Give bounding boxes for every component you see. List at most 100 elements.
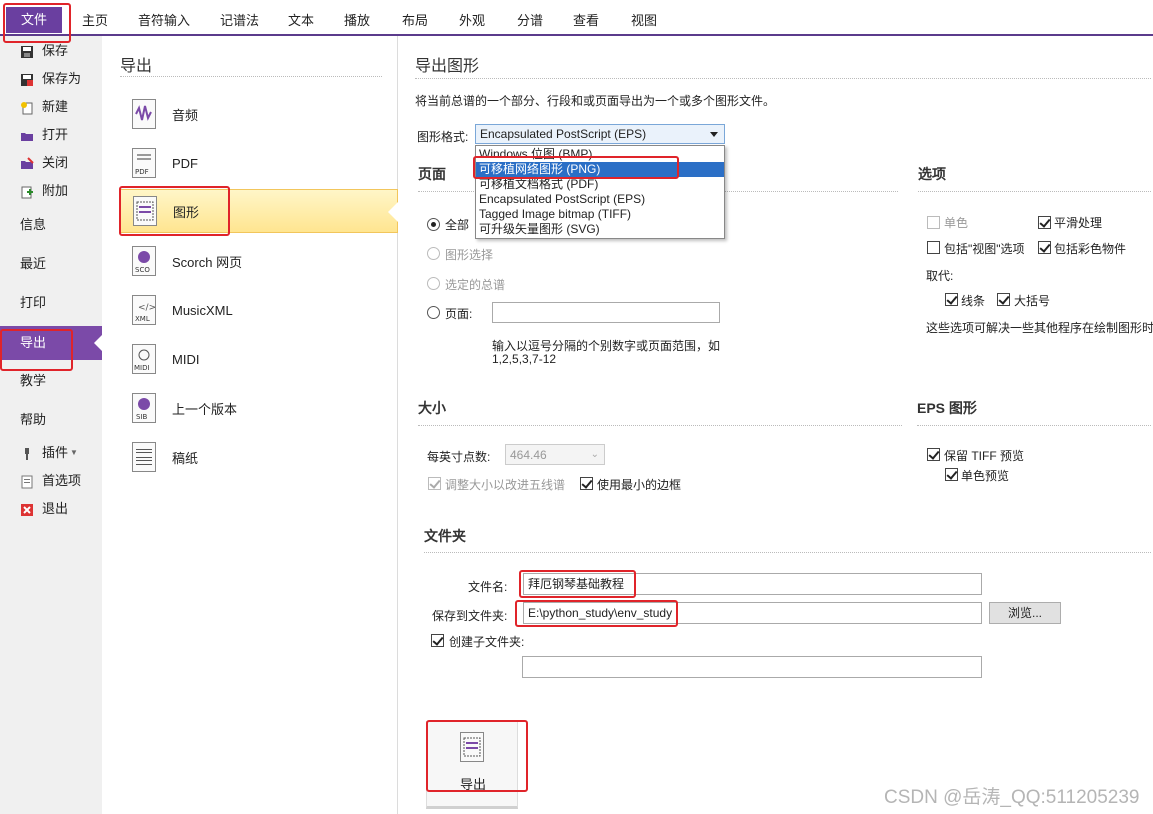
checkbox-include-view-label: 包括"视图"选项 [944, 242, 1025, 256]
nav-preferences[interactable]: 首选项 [0, 470, 102, 492]
checkbox-create-subfolder[interactable] [431, 634, 444, 647]
save-to-input[interactable]: E:\python_study\env_study [523, 602, 982, 624]
filename-input[interactable]: 拜厄钢琴基础教程 [523, 573, 982, 595]
sib-file-icon: SIB [132, 393, 156, 423]
format-option-pdf[interactable]: 可移植文档格式 (PDF) [476, 177, 724, 192]
export-button[interactable]: 导出 [426, 721, 518, 809]
chevron-down-icon [710, 132, 718, 137]
export-option-musicxml-label: MusicXML [172, 302, 233, 318]
radio-all[interactable] [427, 218, 440, 231]
nav-save-as[interactable]: 保存为 [0, 68, 102, 90]
export-option-musicxml[interactable]: </> XML MusicXML [120, 288, 398, 332]
checkbox-smoothing[interactable] [1038, 216, 1051, 229]
checkbox-lines[interactable] [945, 293, 958, 306]
options-section-title: 选项 [918, 166, 946, 182]
dpi-select[interactable]: 464.46 ⌄ [505, 444, 605, 465]
nav-append[interactable]: 附加 [0, 180, 102, 202]
export-option-manuscript[interactable]: 稿纸 [120, 435, 398, 479]
checkbox-mono-preview[interactable] [945, 468, 958, 481]
checkbox-min-border[interactable] [580, 477, 593, 490]
nav-teaching[interactable]: 教学 [0, 366, 102, 396]
options-note: 这些选项可解决一些其他程序在绘制图形时 [926, 321, 1153, 335]
radio-selection-label: 图形选择 [445, 248, 494, 262]
nav-save[interactable]: 保存 [0, 40, 102, 62]
format-option-png[interactable]: 可移植网络图形 (PNG) [476, 162, 724, 177]
export-option-audio[interactable]: 音频 [120, 92, 398, 136]
nav-help[interactable]: 帮助 [0, 405, 102, 435]
nav-save-label: 保存 [42, 43, 69, 58]
audio-file-icon [132, 99, 156, 129]
nav-info[interactable]: 信息 [0, 210, 102, 240]
tab-play[interactable]: 播放 [336, 10, 378, 32]
ribbon-tabs: 文件 主页 音符输入 记谱法 文本 播放 布局 外观 分谱 查看 视图 [0, 0, 1153, 36]
checkbox-adjust-size[interactable] [428, 477, 441, 490]
pages-hint-line2: 1,2,5,3,7-12 [492, 352, 557, 366]
nav-recent[interactable]: 最近 [0, 249, 102, 279]
format-option-bmp[interactable]: Windows 位图 (BMP) [476, 147, 724, 162]
checkbox-mono-label: 单色 [944, 216, 969, 230]
plugin-icon [20, 446, 34, 460]
checkbox-include-color[interactable] [1038, 241, 1051, 254]
pages-input[interactable] [492, 302, 720, 323]
export-option-scorch-label: Scorch 网页 [172, 254, 243, 270]
radio-pages[interactable] [427, 306, 440, 319]
nav-plugins[interactable]: 插件 ▼ [0, 442, 102, 464]
nav-open[interactable]: 打开 [0, 124, 102, 146]
format-option-svg[interactable]: 可升级矢量图形 (SVG) [476, 222, 724, 237]
nav-plugins-label: 插件 [42, 445, 69, 460]
dpi-label: 每英寸点数: [427, 450, 491, 464]
close-folder-icon [20, 156, 34, 170]
checkbox-mono-preview-label: 单色预览 [961, 469, 1010, 483]
export-option-scorch[interactable]: SCO Scorch 网页 [120, 239, 398, 283]
graphics-file-icon [460, 732, 484, 762]
radio-selected-staves-label: 选定的总谱 [445, 278, 506, 292]
export-option-midi[interactable]: MIDI MIDI [120, 337, 398, 381]
checkbox-keep-tiff-label: 保留 TIFF 预览 [944, 449, 1024, 463]
tab-text[interactable]: 文本 [280, 10, 322, 32]
format-dropdown-list: Windows 位图 (BMP) 可移植网络图形 (PNG) 可移植文档格式 (… [475, 145, 725, 239]
radio-selected-staves[interactable] [427, 277, 440, 290]
export-option-previous-version-label: 上一个版本 [172, 401, 238, 417]
pages-section-title: 页面 [418, 166, 446, 182]
tab-file[interactable]: 文件 [6, 7, 62, 33]
export-option-pdf-label: PDF [172, 155, 198, 171]
nav-exit[interactable]: 退出 [0, 498, 102, 520]
tab-view[interactable]: 视图 [623, 10, 665, 32]
tab-home[interactable]: 主页 [74, 10, 116, 32]
checkbox-keep-tiff[interactable] [927, 448, 940, 461]
export-option-pdf[interactable]: PDF PDF [120, 141, 398, 185]
tab-parts[interactable]: 分谱 [509, 10, 551, 32]
tab-notations[interactable]: 记谱法 [212, 10, 267, 32]
tab-appearance[interactable]: 外观 [451, 10, 493, 32]
nav-print[interactable]: 打印 [0, 288, 102, 318]
nav-export[interactable]: 导出 [0, 326, 102, 360]
format-option-eps[interactable]: Encapsulated PostScript (EPS) [476, 192, 724, 207]
export-option-graphics[interactable]: 图形 [120, 189, 398, 233]
divider [120, 76, 382, 77]
tab-review[interactable]: 查看 [565, 10, 607, 32]
description: 将当前总谱的一个部分、行段和或页面导出为一个或多个图形文件。 [415, 94, 776, 108]
nav-new-label: 新建 [42, 99, 69, 114]
checkbox-brackets-label: 大括号 [1014, 294, 1051, 308]
nav-open-label: 打开 [42, 127, 69, 142]
subfolder-input[interactable] [522, 656, 982, 678]
format-option-tiff[interactable]: Tagged Image bitmap (TIFF) [476, 207, 724, 222]
divider [917, 425, 1151, 426]
format-select[interactable]: Encapsulated PostScript (EPS) [475, 124, 725, 144]
checkbox-adjust-size-label: 调整大小以改进五线谱 [445, 478, 566, 492]
export-option-previous-version[interactable]: SIB 上一个版本 [120, 386, 398, 430]
checkbox-mono[interactable] [927, 216, 940, 229]
tab-layout[interactable]: 布局 [394, 10, 436, 32]
browse-button[interactable]: 浏览... [989, 602, 1061, 624]
checkbox-include-view[interactable] [927, 241, 940, 254]
export-button-label: 导出 [459, 777, 486, 792]
checkbox-brackets[interactable] [997, 293, 1010, 306]
append-icon [20, 184, 34, 199]
radio-selection[interactable] [427, 247, 440, 260]
tab-note-input[interactable]: 音符输入 [130, 10, 198, 32]
nav-new[interactable]: 新建 [0, 96, 102, 118]
pdf-file-icon: PDF [132, 148, 156, 178]
checkbox-lines-label: 线条 [961, 294, 986, 308]
svg-text:SIB: SIB [136, 413, 148, 421]
nav-close[interactable]: 关闭 [0, 152, 102, 174]
